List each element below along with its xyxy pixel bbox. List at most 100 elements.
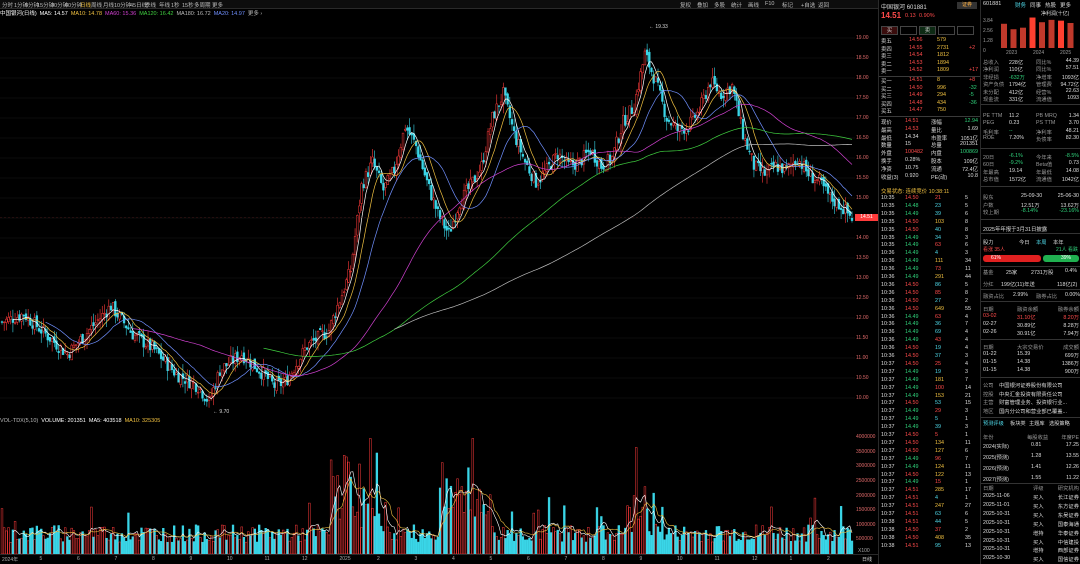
block-head-cell: 大宗交易价 bbox=[1017, 345, 1044, 351]
candle bbox=[225, 363, 228, 367]
tool-6[interactable]: 标记 bbox=[782, 1, 793, 9]
tool-3[interactable]: 统计 bbox=[731, 1, 742, 9]
volume-bar bbox=[815, 534, 819, 554]
tool-5[interactable]: F10 bbox=[765, 1, 774, 7]
val-row-value2: 82.30 bbox=[1065, 135, 1079, 142]
divider bbox=[981, 233, 1080, 234]
volume-bar bbox=[604, 539, 607, 554]
tick-time: 10:37 bbox=[881, 408, 895, 415]
consensus-tab-2[interactable]: 本周 bbox=[1036, 238, 1047, 246]
tool-2[interactable]: 多股 bbox=[714, 1, 725, 9]
forecast-tab-0[interactable]: 预测评级 bbox=[983, 420, 1004, 427]
volume-bar bbox=[146, 528, 150, 554]
candle bbox=[515, 131, 518, 145]
tick-volume: 34 bbox=[935, 234, 941, 241]
forecast-tab-2[interactable]: 主题库 bbox=[1029, 420, 1045, 427]
ma-legend-item-6[interactable]: 更多 › bbox=[248, 11, 262, 17]
tool-7[interactable]: +自选 bbox=[801, 1, 815, 9]
info-tab-0[interactable]: 财务 bbox=[1015, 1, 1026, 9]
rating-cell: 2025-10-31 bbox=[983, 510, 1011, 517]
tool-button-5[interactable] bbox=[957, 26, 974, 35]
volume-bar bbox=[554, 531, 557, 554]
tick-time: 10:37 bbox=[881, 416, 895, 423]
volume-chart[interactable] bbox=[0, 427, 855, 554]
volume-bar bbox=[129, 539, 132, 554]
stat-value: 72.4亿 bbox=[962, 166, 978, 173]
tool-4[interactable]: 画线 bbox=[748, 1, 759, 9]
tick-count: 13 bbox=[965, 542, 971, 549]
candle bbox=[667, 119, 671, 122]
perf-row-value: 19.14 bbox=[1009, 167, 1023, 174]
tick-list[interactable]: 10:35 14.50 21 5 10:35 14.48 23 5 10:35 14.49 39 6 1… bbox=[879, 195, 980, 564]
candle bbox=[216, 372, 219, 388]
candle bbox=[90, 325, 93, 330]
volume-bar bbox=[27, 540, 30, 554]
candle bbox=[458, 207, 461, 215]
forecast-cell: 1.41 bbox=[1031, 464, 1042, 470]
period-tab-15[interactable]: 多周期 bbox=[194, 1, 211, 9]
divider bbox=[981, 104, 1080, 105]
forecast-tab-1[interactable]: 板块类 bbox=[1010, 420, 1026, 427]
volume-bar bbox=[329, 459, 333, 554]
volume-bar bbox=[314, 536, 317, 554]
volume-bar bbox=[201, 541, 204, 554]
volume-bar bbox=[789, 541, 793, 554]
kline-chart[interactable]: ← 19.33 ← 9.70 bbox=[0, 18, 855, 418]
volume-bar bbox=[475, 499, 479, 554]
consensus-tab-1[interactable]: 今日 bbox=[1019, 238, 1030, 246]
period-tab-12[interactable]: 年线 bbox=[159, 1, 170, 9]
tool-1[interactable]: 叠加 bbox=[697, 1, 708, 9]
period-tab-13[interactable]: 1秒 bbox=[171, 1, 180, 9]
block-head-cell: 日期 bbox=[983, 345, 994, 351]
volume-bar bbox=[772, 532, 775, 554]
sector-tag[interactable]: 证券 bbox=[957, 2, 977, 9]
info-tab-3[interactable]: 更多 bbox=[1060, 1, 1071, 9]
consensus-tab-3[interactable]: 本年 bbox=[1053, 238, 1064, 246]
fin-row-value2: 57.51 bbox=[1065, 65, 1079, 72]
info-tab-2[interactable]: 热股 bbox=[1045, 1, 1056, 9]
period-tab-11[interactable]: 季线 bbox=[145, 1, 156, 9]
candle bbox=[665, 117, 668, 122]
volume-bar bbox=[112, 527, 115, 554]
ask-price: 14.55 bbox=[909, 44, 923, 51]
volume-bar bbox=[428, 531, 431, 554]
buy-button[interactable]: 买 bbox=[881, 26, 898, 35]
candle bbox=[497, 105, 501, 107]
date-label: 6 bbox=[77, 556, 80, 562]
period-tab-6[interactable]: 日线 bbox=[80, 1, 91, 9]
volume-bar bbox=[140, 527, 143, 554]
period-tab-9[interactable]: 10分钟 bbox=[114, 1, 131, 9]
price-tick: 17.50 bbox=[856, 95, 869, 101]
period-tab-0[interactable]: 分时 bbox=[2, 1, 13, 9]
consensus-tab-0[interactable]: 股力 bbox=[983, 238, 994, 246]
volume-bar bbox=[469, 509, 472, 554]
period-tab-16[interactable]: 更多 bbox=[212, 1, 223, 9]
sell-button[interactable]: 卖 bbox=[919, 26, 936, 35]
date-label: 9 bbox=[189, 556, 193, 562]
volume-bar bbox=[652, 492, 655, 554]
candle bbox=[7, 317, 10, 322]
volume-bar bbox=[495, 536, 498, 554]
tool-button-4[interactable] bbox=[938, 26, 955, 35]
volume-bar bbox=[674, 525, 677, 554]
volume-bar bbox=[556, 529, 559, 554]
volume-bar bbox=[410, 537, 413, 554]
stat-value: 201351 bbox=[960, 141, 978, 148]
volume-bar bbox=[515, 533, 518, 554]
period-tab-8[interactable]: 月线 bbox=[103, 1, 114, 9]
period-tab-7[interactable]: 周线 bbox=[91, 1, 102, 9]
tick-row: 10:36 14.49 43 4 bbox=[879, 337, 980, 345]
info-tab-1[interactable]: 同事 bbox=[1030, 1, 1041, 9]
forecast-tab-3[interactable]: 选股策略 bbox=[1049, 420, 1070, 427]
period-tab-14[interactable]: 15秒 bbox=[182, 1, 194, 9]
volume-bar bbox=[615, 533, 618, 554]
tool-8[interactable]: 返回 bbox=[818, 1, 829, 9]
divider bbox=[981, 289, 1080, 290]
tool-0[interactable]: 复权 bbox=[680, 1, 691, 9]
volume-bar bbox=[323, 530, 326, 554]
tick-time: 10:35 bbox=[881, 226, 895, 233]
candle bbox=[205, 398, 209, 402]
volume-tick: 1500000 bbox=[856, 507, 876, 514]
tool-button-2[interactable] bbox=[900, 26, 917, 35]
candle bbox=[532, 171, 535, 183]
